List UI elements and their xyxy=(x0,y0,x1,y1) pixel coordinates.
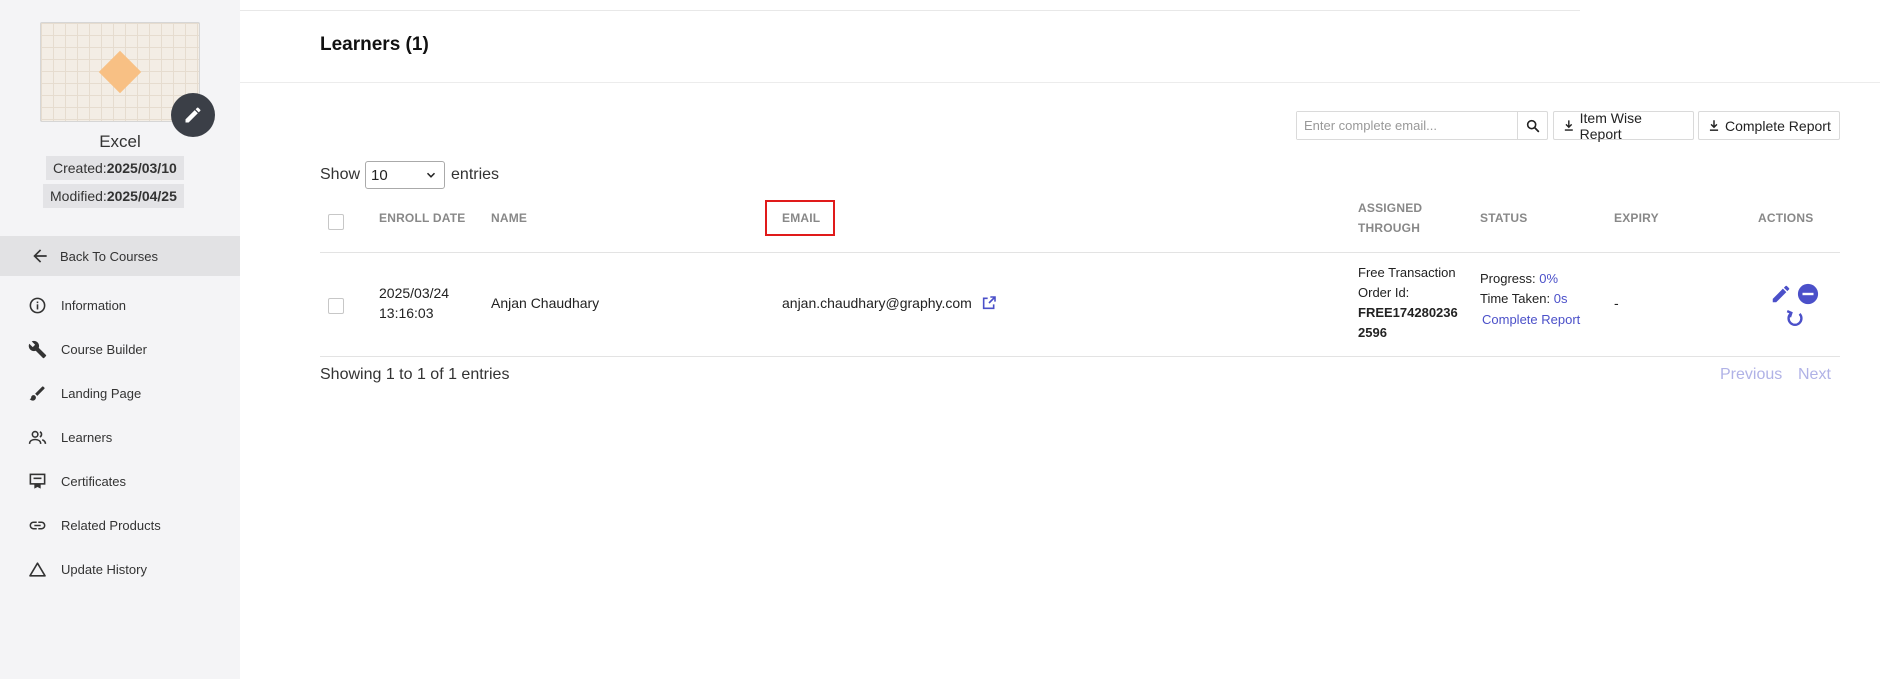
progress-line: Progress: 0% xyxy=(1480,269,1580,289)
col-enroll-date[interactable]: ENROLL DATE xyxy=(379,208,465,228)
sidebar-item-related-products[interactable]: Related Products xyxy=(0,503,240,547)
col-actions: ACTIONS xyxy=(1758,211,1814,225)
complete-report-label: Complete Report xyxy=(1725,117,1831,134)
col-name[interactable]: NAME xyxy=(491,208,527,228)
item-wise-report-label: Item Wise Report xyxy=(1579,109,1642,142)
reset-icon[interactable] xyxy=(1784,307,1806,329)
sidebar-item-label: Certificates xyxy=(61,473,127,489)
download-icon xyxy=(1564,120,1573,131)
enroll-date: 2025/03/24 xyxy=(379,285,450,301)
page-size-value: 10 xyxy=(371,166,388,184)
sidebar-item-update-history[interactable]: Update History xyxy=(0,547,240,591)
assigned-through-cell: Free Transaction Order Id: FREE174280236… xyxy=(1358,263,1458,343)
row-checkbox[interactable] xyxy=(328,298,344,314)
brush-icon xyxy=(29,385,45,401)
email-header-highlight xyxy=(765,200,835,236)
download-icon xyxy=(1709,120,1719,131)
info-icon xyxy=(29,297,46,313)
col-status[interactable]: STATUS xyxy=(1480,208,1527,228)
certificate-icon xyxy=(29,473,46,489)
email-search-input[interactable] xyxy=(1297,112,1517,139)
page-size-select[interactable]: 10 xyxy=(365,161,446,189)
back-to-courses-link[interactable]: Back To Courses xyxy=(0,236,240,276)
arrow-left-icon xyxy=(33,249,47,263)
table-info: Showing 1 to 1 of 1 entries xyxy=(320,366,510,383)
created-date: Created:2025/03/10 xyxy=(46,156,184,180)
remove-icon[interactable] xyxy=(1797,283,1819,305)
search-button[interactable] xyxy=(1517,112,1547,139)
created-value: 2025/03/10 xyxy=(106,160,177,176)
sidebar-item-label: Course Builder xyxy=(61,341,147,357)
col-assigned-line1: ASSIGNED xyxy=(1358,201,1423,215)
thumbnail-diamond-shape xyxy=(98,50,142,94)
sidebar-item-label: Related Products xyxy=(61,517,161,533)
sidebar-item-course-builder[interactable]: Course Builder xyxy=(0,327,240,371)
page-title: Learners (1) xyxy=(320,34,429,55)
header-divider xyxy=(320,252,1840,253)
order-id-part1: FREE174280236 xyxy=(1358,305,1458,320)
time-taken-value: 0s xyxy=(1553,291,1568,306)
link-icon xyxy=(29,521,46,529)
progress-value: 0% xyxy=(1539,271,1559,286)
order-id-label: Order Id: xyxy=(1358,285,1410,300)
triangle-icon xyxy=(29,561,46,577)
expiry-value: - xyxy=(1614,295,1619,311)
row-complete-report-link[interactable]: Complete Report xyxy=(1482,310,1580,330)
modified-label: Modified: xyxy=(50,188,107,204)
time-taken-label: Time Taken: xyxy=(1480,291,1551,306)
learner-name: Anjan Chaudhary xyxy=(491,295,600,311)
col-assigned-line2: THROUGH xyxy=(1358,221,1421,235)
email-cell: anjan.chaudhary@graphy.com xyxy=(782,293,997,313)
col-expiry[interactable]: EXPIRY xyxy=(1614,208,1659,228)
top-divider xyxy=(240,10,1580,11)
people-icon xyxy=(28,430,47,444)
time-taken-line: Time Taken: 0s xyxy=(1480,289,1580,309)
item-wise-report-button[interactable]: Item Wise Report xyxy=(1553,109,1694,142)
entries-length-control: Show 10 entries xyxy=(320,161,499,189)
sidebar-item-label: Learners xyxy=(61,429,113,445)
enroll-date-cell: 2025/03/24 13:16:03 xyxy=(379,283,449,323)
sidebar-item-learners[interactable]: Learners xyxy=(0,415,240,459)
sidebar-item-landing-page[interactable]: Landing Page xyxy=(0,371,240,415)
actions-cell xyxy=(1770,283,1820,329)
learner-email: anjan.chaudhary@graphy.com xyxy=(782,295,972,311)
sidebar: Excel Created:2025/03/10 Modified:2025/0… xyxy=(0,0,240,679)
wrench-icon xyxy=(28,340,47,358)
status-cell: Progress: 0% Time Taken: 0s Complete Rep… xyxy=(1480,269,1580,330)
edit-icon[interactable] xyxy=(1770,283,1792,305)
complete-report-button[interactable]: Complete Report xyxy=(1698,111,1840,140)
sidebar-item-certificates[interactable]: Certificates xyxy=(0,459,240,503)
sidebar-nav: Information Course Builder Landing Page … xyxy=(0,283,240,591)
assigned-type: Free Transaction xyxy=(1358,265,1456,280)
title-divider xyxy=(240,82,1880,83)
sidebar-item-information[interactable]: Information xyxy=(0,283,240,327)
next-page-button[interactable]: Next xyxy=(1798,366,1831,384)
select-all-checkbox[interactable] xyxy=(328,214,344,230)
sidebar-item-label: Landing Page xyxy=(61,385,142,401)
external-link-icon[interactable] xyxy=(981,295,997,311)
chevron-down-icon xyxy=(426,172,436,178)
show-label: Show xyxy=(320,166,361,183)
modified-value: 2025/04/25 xyxy=(106,188,177,204)
col-assigned-through[interactable]: ASSIGNED THROUGH xyxy=(1358,198,1422,238)
back-label: Back To Courses xyxy=(60,248,159,264)
sidebar-item-label: Update History xyxy=(61,561,147,577)
previous-page-button[interactable]: Previous xyxy=(1720,366,1782,384)
edit-course-button[interactable] xyxy=(171,93,215,137)
order-id-part2: 2596 xyxy=(1358,325,1387,340)
pencil-icon xyxy=(185,107,201,123)
progress-label: Progress: xyxy=(1480,271,1536,286)
course-name: Excel xyxy=(99,132,141,151)
modified-date: Modified:2025/04/25 xyxy=(43,184,184,208)
enroll-time: 13:16:03 xyxy=(379,305,434,321)
created-label: Created: xyxy=(53,160,107,176)
email-search xyxy=(1296,111,1548,140)
row-divider xyxy=(320,356,1840,357)
search-icon xyxy=(1526,119,1539,132)
entries-label: entries xyxy=(451,166,500,183)
sidebar-item-label: Information xyxy=(61,297,127,313)
